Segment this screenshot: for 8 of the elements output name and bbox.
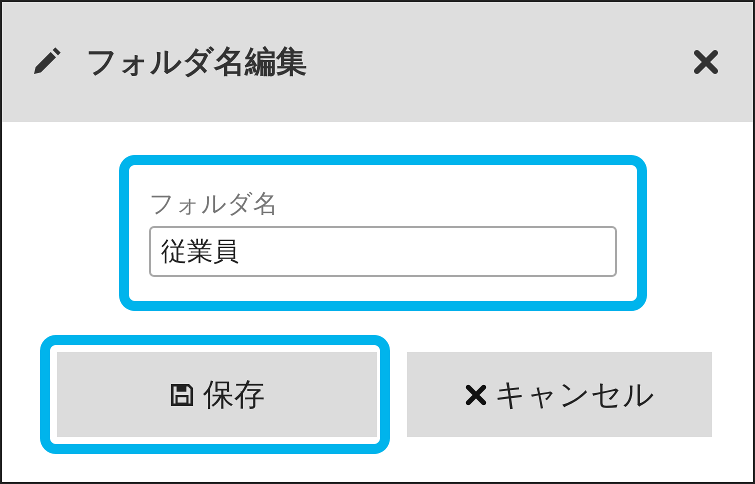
- cancel-button[interactable]: キャンセル: [407, 352, 712, 437]
- close-icon: [464, 384, 486, 406]
- save-button[interactable]: 保存: [57, 352, 377, 437]
- dialog-title: フォルダ名編集: [86, 43, 308, 82]
- save-icon: [169, 382, 195, 408]
- field-label: フォルダ名: [149, 188, 279, 220]
- close-button[interactable]: [693, 49, 719, 75]
- input-field[interactable]: 従業員: [149, 226, 617, 277]
